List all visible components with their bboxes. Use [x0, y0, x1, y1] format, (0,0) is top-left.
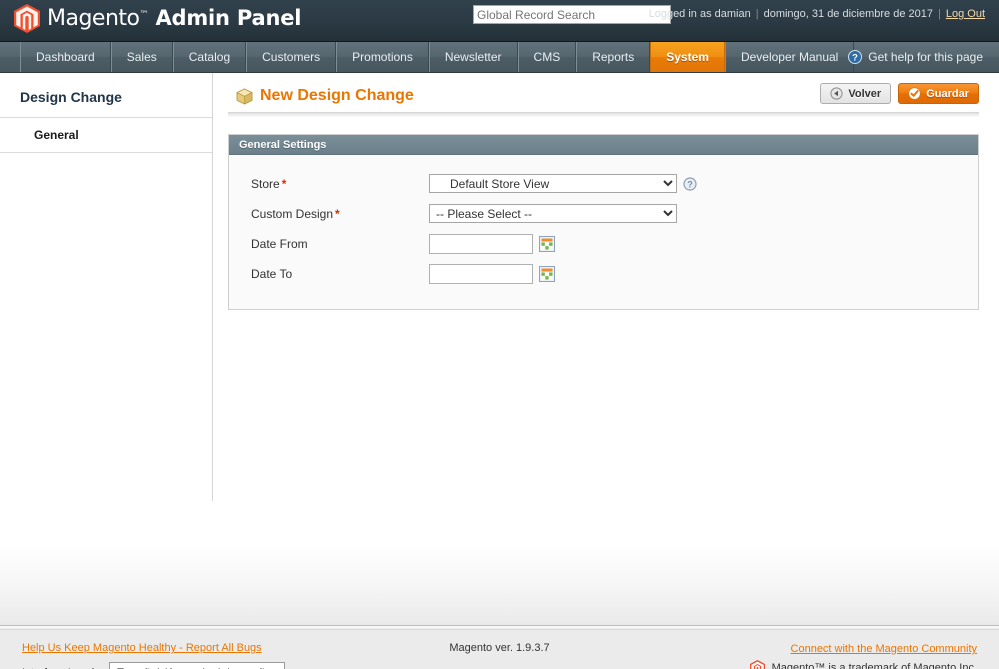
- app-header: Magento™ Admin Panel Logged in as damian…: [0, 0, 999, 42]
- custom-design-label: Custom Design *: [229, 207, 429, 221]
- field-row-date-to: Date To: [229, 261, 978, 286]
- panel-body: Store * Default Store View ? Custom Desi…: [229, 155, 978, 309]
- community-link[interactable]: Connect with the Magento Community: [791, 643, 977, 655]
- interface-locale-select[interactable]: Español (Argentina) / español (Argentina…: [109, 662, 286, 669]
- field-row-date-from: Date From: [229, 231, 978, 256]
- custom-design-select[interactable]: -- Please Select --: [429, 204, 677, 223]
- page-title: New Design Change: [260, 87, 414, 104]
- brand-name: Magento: [47, 5, 140, 31]
- store-select[interactable]: Default Store View: [429, 174, 677, 193]
- store-label: Store *: [229, 177, 429, 191]
- header-sep-2: |: [938, 8, 941, 20]
- date-to-input[interactable]: [429, 263, 533, 284]
- magento-logo-icon: [14, 4, 40, 33]
- interface-locale-row: Interface Locale: Español (Argentina) / …: [22, 662, 286, 669]
- date-to-control: [429, 263, 555, 284]
- brand-title: Magento™ Admin Panel: [47, 5, 302, 31]
- nav-item-developer-manual[interactable]: Developer Manual: [724, 42, 855, 72]
- save-button-label: Guardar: [926, 87, 969, 100]
- brand-tm: ™: [139, 9, 149, 20]
- get-help-label: Get help for this page: [868, 50, 983, 64]
- header-sep-1: |: [755, 8, 759, 20]
- store-control: Default Store View ?: [429, 174, 697, 193]
- custom-design-control: -- Please Select --: [429, 204, 677, 223]
- magento-footer-logo-icon: [749, 660, 765, 669]
- brand-suffix: Admin Panel: [155, 5, 302, 30]
- search-input[interactable]: [473, 5, 671, 24]
- help-circle-icon: ?: [848, 50, 863, 64]
- nav-item-customers[interactable]: Customers: [246, 42, 337, 72]
- field-row-custom-design: Custom Design * -- Please Select --: [229, 201, 978, 226]
- sidebar-item-general[interactable]: General: [0, 118, 213, 153]
- log-out-link[interactable]: Log Out: [946, 8, 985, 20]
- nav-item-reports[interactable]: Reports: [576, 42, 651, 72]
- svg-text:?: ?: [687, 179, 693, 189]
- svg-text:?: ?: [852, 53, 858, 64]
- get-help-link[interactable]: ? Get help for this page: [848, 42, 983, 72]
- nav-item-dashboard[interactable]: Dashboard: [20, 42, 111, 72]
- content-header: New Design Change Volver Guardar: [228, 81, 979, 111]
- nav-item-cms[interactable]: CMS: [517, 42, 577, 72]
- back-button[interactable]: Volver: [820, 83, 892, 104]
- back-button-label: Volver: [848, 87, 882, 100]
- header-user-info: Logged in as damian | domingo, 31 de dicie…: [649, 8, 985, 20]
- panel-title: General Settings: [229, 135, 978, 155]
- nav-item-newsletter[interactable]: Newsletter: [428, 42, 518, 72]
- nav-item-promotions[interactable]: Promotions: [336, 42, 429, 72]
- logged-in-label: Logged in as damian: [648, 8, 751, 20]
- date-from-control: [429, 233, 555, 254]
- sidebar-title: Design Change: [0, 89, 213, 118]
- box-icon: [236, 88, 253, 105]
- back-arrow-icon: [830, 87, 843, 100]
- sidebar: Design Change General: [0, 73, 213, 153]
- page-actions: Volver Guardar: [820, 83, 979, 104]
- report-bugs-link[interactable]: Help Us Keep Magento Healthy - Report Al…: [22, 642, 285, 654]
- trademark-text: Magento™ is a trademark of Magento Inc.: [771, 662, 977, 669]
- calendar-icon[interactable]: [539, 265, 555, 282]
- date-from-input[interactable]: [429, 233, 533, 254]
- main-navigation: Dashboard Sales Catalog Customers Promot…: [0, 42, 999, 73]
- calendar-icon[interactable]: [539, 235, 555, 252]
- check-circle-icon: [908, 87, 921, 100]
- main-area: Design Change General New Design Change …: [0, 73, 999, 543]
- sidebar-divider: [212, 73, 213, 501]
- field-row-store: Store * Default Store View ?: [229, 171, 978, 196]
- store-help-icon[interactable]: ?: [683, 176, 697, 191]
- store-required-marker: *: [281, 176, 287, 191]
- page-footer: Help Us Keep Magento Healthy - Report Al…: [0, 629, 999, 669]
- general-settings-panel: General Settings Store * Default Store Vi…: [228, 134, 979, 310]
- footer-right: Connect with the Magento Community Magen…: [749, 640, 977, 669]
- header-divider: [228, 112, 979, 117]
- nav-item-sales[interactable]: Sales: [110, 42, 173, 72]
- trademark-row: Magento™ is a trademark of Magento Inc.: [749, 659, 977, 669]
- save-button[interactable]: Guardar: [898, 83, 979, 104]
- custom-design-label-text: Custom Design: [251, 206, 334, 221]
- date-to-label: Date To: [251, 266, 293, 281]
- footer-left: Help Us Keep Magento Healthy - Report Al…: [22, 642, 286, 669]
- nav-item-catalog[interactable]: Catalog: [172, 42, 247, 72]
- content-area: New Design Change Volver Guardar General…: [228, 73, 979, 310]
- date-from-label: Date From: [251, 236, 308, 251]
- brand-logo[interactable]: Magento™ Admin Panel: [14, 4, 301, 33]
- community-link-row: Connect with the Magento Community: [750, 640, 977, 659]
- store-label-text: Store: [251, 176, 280, 191]
- custom-design-required-marker: *: [335, 206, 340, 221]
- nav-item-system[interactable]: System: [650, 42, 725, 72]
- page-fade: [0, 543, 999, 625]
- header-date: domingo, 31 de diciembre de 2017: [763, 8, 933, 20]
